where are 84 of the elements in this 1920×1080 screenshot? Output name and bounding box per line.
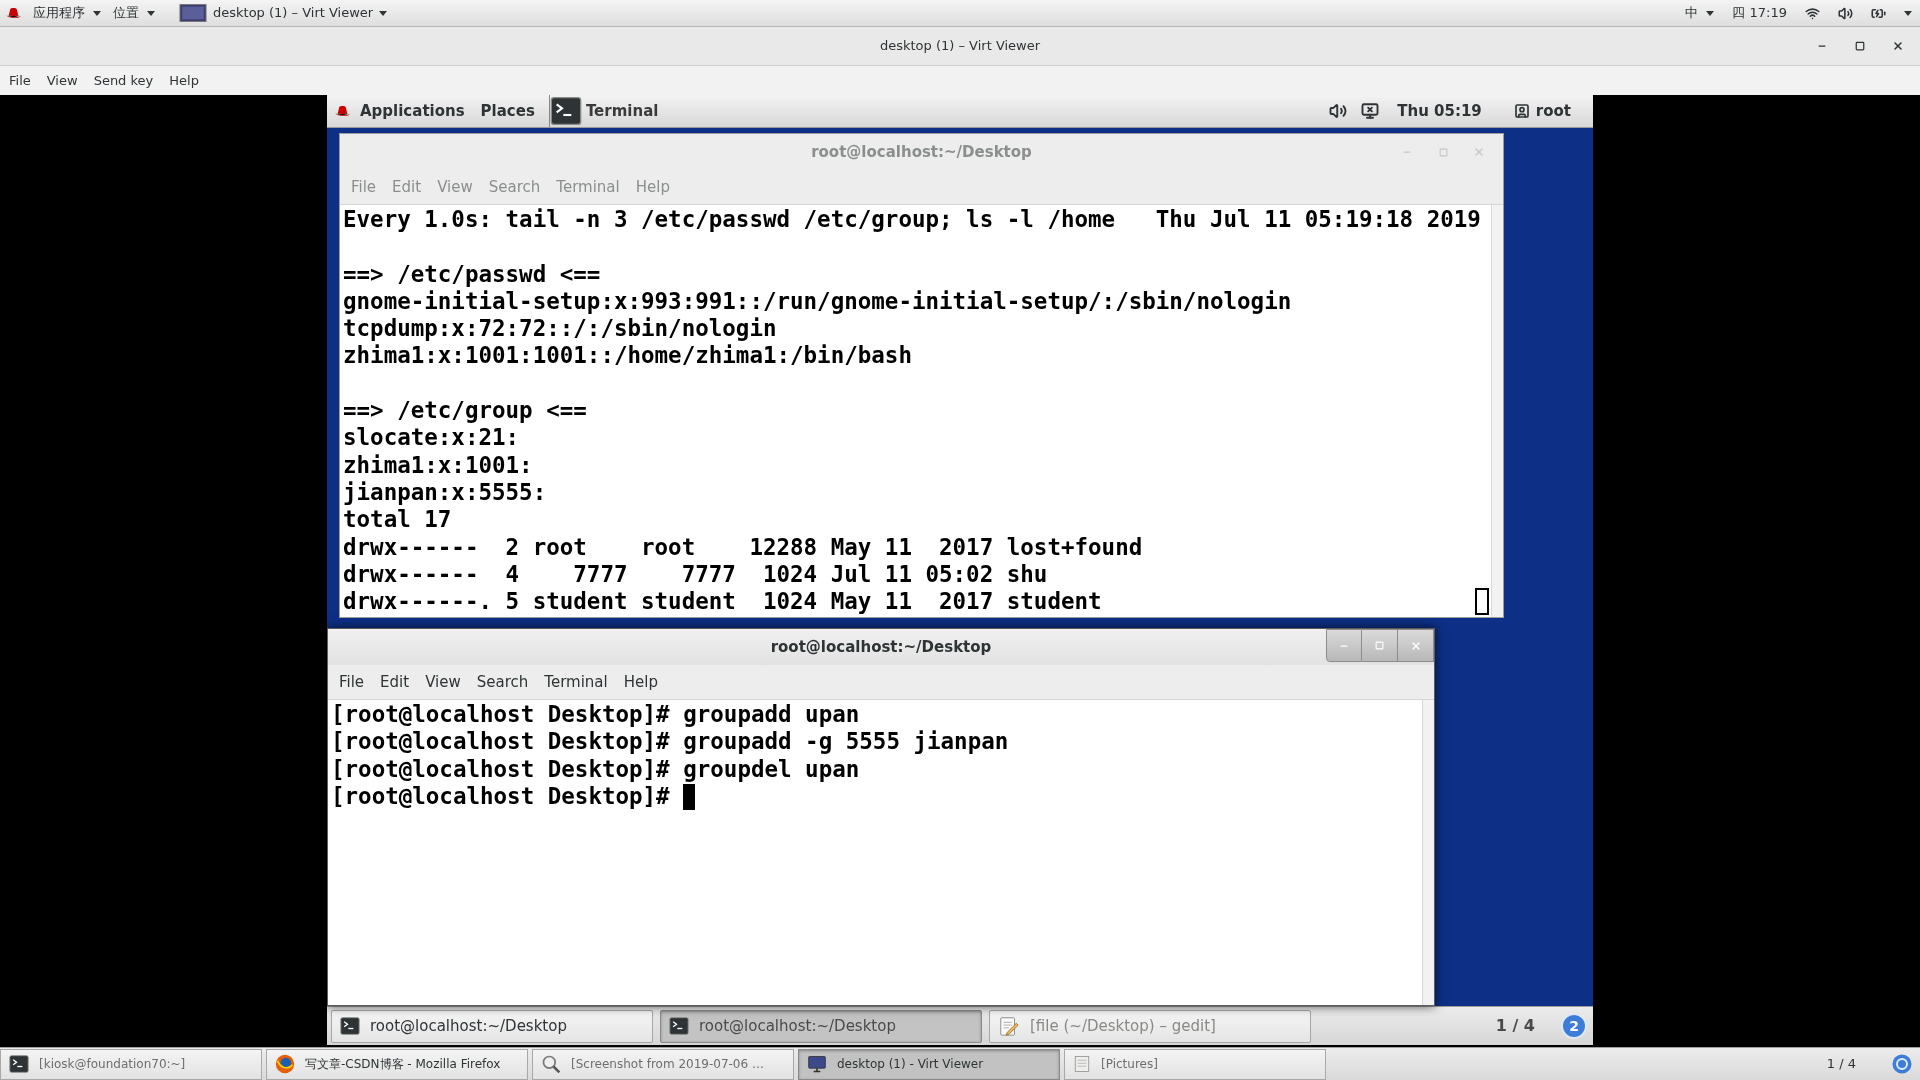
taskbar-item[interactable]: 写文章-CSDN博客 - Mozilla Firefox [266, 1048, 528, 1080]
maximize-icon [1438, 147, 1448, 157]
page-icon [1073, 1054, 1091, 1074]
terminal-line: gnome-initial-setup:x:993:991::/run/gnome-initial-setup/:/sbin/nologin [343, 287, 1292, 316]
panel-menu[interactable]: 应用程序 [33, 3, 101, 23]
display-icon [1361, 102, 1380, 120]
taskbar-item[interactable]: [Pictures] [1064, 1048, 1326, 1080]
window-title: root@localhost:~/Desktop [770, 636, 992, 658]
caret-icon [147, 10, 155, 16]
hat-logo-icon [6, 6, 21, 20]
terminal-line: ==> /etc/passwd <== [343, 260, 601, 288]
terminal-icon [669, 1016, 689, 1036]
user-icon [1513, 103, 1530, 119]
panel-menu[interactable]: Places [480, 95, 535, 127]
magnifier-icon [541, 1054, 561, 1074]
terminal-line: drwx------ 4 7777 7777 1024 Jul 11 05:02 shu [343, 560, 1048, 589]
terminal-line: zhima1:x:1001:1001::/home/zhima1:/bin/bash [343, 342, 912, 370]
app-name: Terminal [585, 100, 659, 122]
terminal-icon [340, 1016, 360, 1036]
terminal-icon [9, 1054, 29, 1074]
close-icon [1892, 40, 1904, 52]
terminal-line: total 17 [343, 506, 452, 534]
caret-icon [379, 10, 388, 16]
terminal-line: zhima1:x:1001: [343, 451, 533, 479]
terminal-line: slocate:x:21: [343, 424, 520, 452]
panel-menu[interactable]: 位置 [113, 3, 155, 23]
panel-menu[interactable]: Applications [360, 95, 465, 127]
taskbar-item[interactable]: desktop (1) - Virt Viewer [798, 1048, 1060, 1080]
maximize-icon [1375, 641, 1384, 650]
menu-item[interactable]: Help [615, 665, 666, 699]
menu-item[interactable]: File [331, 665, 373, 699]
terminal-line: tcpdump:x:72:72::/:/sbin/nologin [343, 315, 777, 343]
terminal-icon [549, 95, 582, 127]
cursor-icon [683, 783, 696, 810]
caret-icon [1706, 10, 1715, 16]
close-button[interactable] [1398, 629, 1434, 662]
wifi-icon [1805, 5, 1820, 21]
app-menu[interactable]: Terminal [548, 95, 659, 127]
terminal-line: drwx------. 5 student student 1024 May 11 2017 student [343, 588, 1102, 616]
hat-logo-icon [335, 104, 350, 118]
globe-icon [275, 1054, 295, 1074]
volume-icon [1838, 5, 1853, 21]
taskbar-item[interactable]: root@localhost:~/Desktop [331, 1009, 653, 1043]
window-title: desktop (1) – Virt Viewer [879, 37, 1041, 56]
close-icon [1409, 639, 1422, 652]
taskbar-item[interactable]: root@localhost:~/Desktop [660, 1009, 982, 1043]
terminal-line: ==> /etc/group <== [343, 397, 587, 425]
window-thumbnail-icon [179, 4, 207, 22]
terminal-line: [root@localhost Desktop]# groupadd -g 5555 jianpan [331, 728, 1009, 756]
minimize-button[interactable] [1326, 629, 1362, 662]
menu-item[interactable]: Search [468, 665, 537, 699]
caret-icon [93, 10, 101, 16]
cursor-icon [1475, 588, 1489, 616]
clock: 四 17:19 [1732, 4, 1787, 23]
menu-item[interactable]: View [39, 66, 85, 95]
volume-icon [1329, 102, 1348, 120]
caret-icon [1904, 10, 1912, 16]
menu-item[interactable]: File [2, 66, 38, 95]
terminal-line: Every 1.0s: tail -n 3 /etc/passwd /etc/group; ls -l /home Thu Jul 11 05:19:18 2019 [343, 206, 1481, 234]
menu-item[interactable]: Terminal [536, 665, 616, 699]
menu-item[interactable]: Send key [86, 66, 161, 95]
terminal-line: [root@localhost Desktop]# groupdel upan [331, 755, 860, 783]
maximize-icon [1855, 41, 1865, 51]
menu-item[interactable]: Help [162, 66, 206, 95]
menu-item[interactable]: Edit [372, 665, 418, 699]
menu-item[interactable]: View [417, 665, 469, 699]
monitor-icon [807, 1054, 827, 1074]
window-title: root@localhost:~/Desktop [811, 141, 1032, 163]
terminal-line: drwx------ 2 root root 12288 May 11 2017 lost+found [343, 533, 1143, 561]
close-icon [1473, 146, 1485, 158]
window-menu[interactable]: desktop (1) – Virt Viewer [179, 3, 388, 23]
terminal-line: jianpan:x:5555: [343, 478, 547, 507]
terminal-line: [root@localhost Desktop]# [331, 782, 671, 811]
taskbar-item[interactable]: [Screenshot from 2019-07-06 … [532, 1048, 794, 1080]
terminal-line: [root@localhost Desktop]# groupadd upan [331, 701, 860, 729]
clock: Thu 05:19 [1397, 100, 1482, 122]
user-menu[interactable]: root [1513, 99, 1571, 123]
notification-count: 2 [1561, 1013, 1587, 1039]
circle-icon [1892, 1054, 1912, 1074]
workspace-indicator[interactable]: 1 / 4 [1826, 1054, 1856, 1074]
taskbar-item[interactable]: [kiosk@foundation70:~] [0, 1048, 262, 1080]
notepad-pencil-icon [998, 1015, 1020, 1037]
workspace-indicator[interactable]: 1 / 4 [1495, 1014, 1535, 1038]
input-method-menu[interactable]: 中 [1685, 3, 1715, 23]
